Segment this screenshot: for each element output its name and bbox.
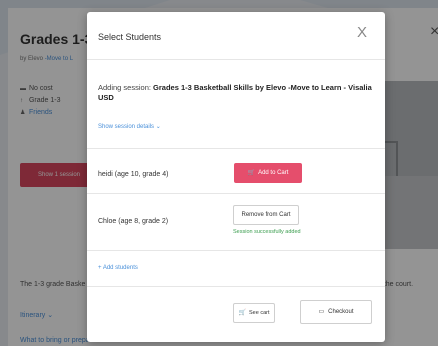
modal-title: Select Students: [98, 32, 162, 42]
divider: [87, 193, 385, 194]
see-cart-label: See cart: [249, 310, 270, 316]
add-to-cart-button[interactable]: 🛒 Add to Cart: [234, 163, 302, 183]
show-details-label: Show session details: [98, 124, 155, 130]
student-name-heidi: heidi (age 10, grade 4): [98, 171, 169, 178]
adding-session-text: Adding session: Grades 1-3 Basketball Sk…: [98, 83, 378, 103]
add-to-cart-label: Add to Cart: [258, 170, 289, 176]
cart-icon: 🛒: [247, 170, 256, 176]
show-session-details-link[interactable]: Show session details ⌄: [98, 123, 161, 130]
footer-divider: [87, 286, 385, 287]
checkout-label: Checkout: [328, 309, 354, 315]
checkout-button[interactable]: ▭ Checkout: [300, 300, 372, 324]
see-cart-button[interactable]: 🛒 See cart: [233, 303, 275, 323]
cart-icon: 🛒: [238, 310, 246, 316]
adding-prefix: Adding session:: [98, 83, 154, 92]
remove-from-cart-button[interactable]: Remove from Cart: [233, 205, 299, 225]
add-students-link[interactable]: + Add students: [98, 265, 138, 271]
select-students-modal: Select Students X Adding session: Grades…: [87, 12, 385, 342]
success-message: Session successfully added: [233, 229, 301, 235]
divider: [87, 250, 385, 251]
student-name-chloe: Chloe (age 8, grade 2): [98, 218, 169, 225]
card-icon: ▭: [318, 309, 325, 315]
close-icon[interactable]: X: [357, 25, 367, 40]
modal-header: Select Students X: [87, 12, 385, 60]
chevron-down-icon: ⌄: [155, 124, 161, 130]
divider: [87, 148, 385, 149]
